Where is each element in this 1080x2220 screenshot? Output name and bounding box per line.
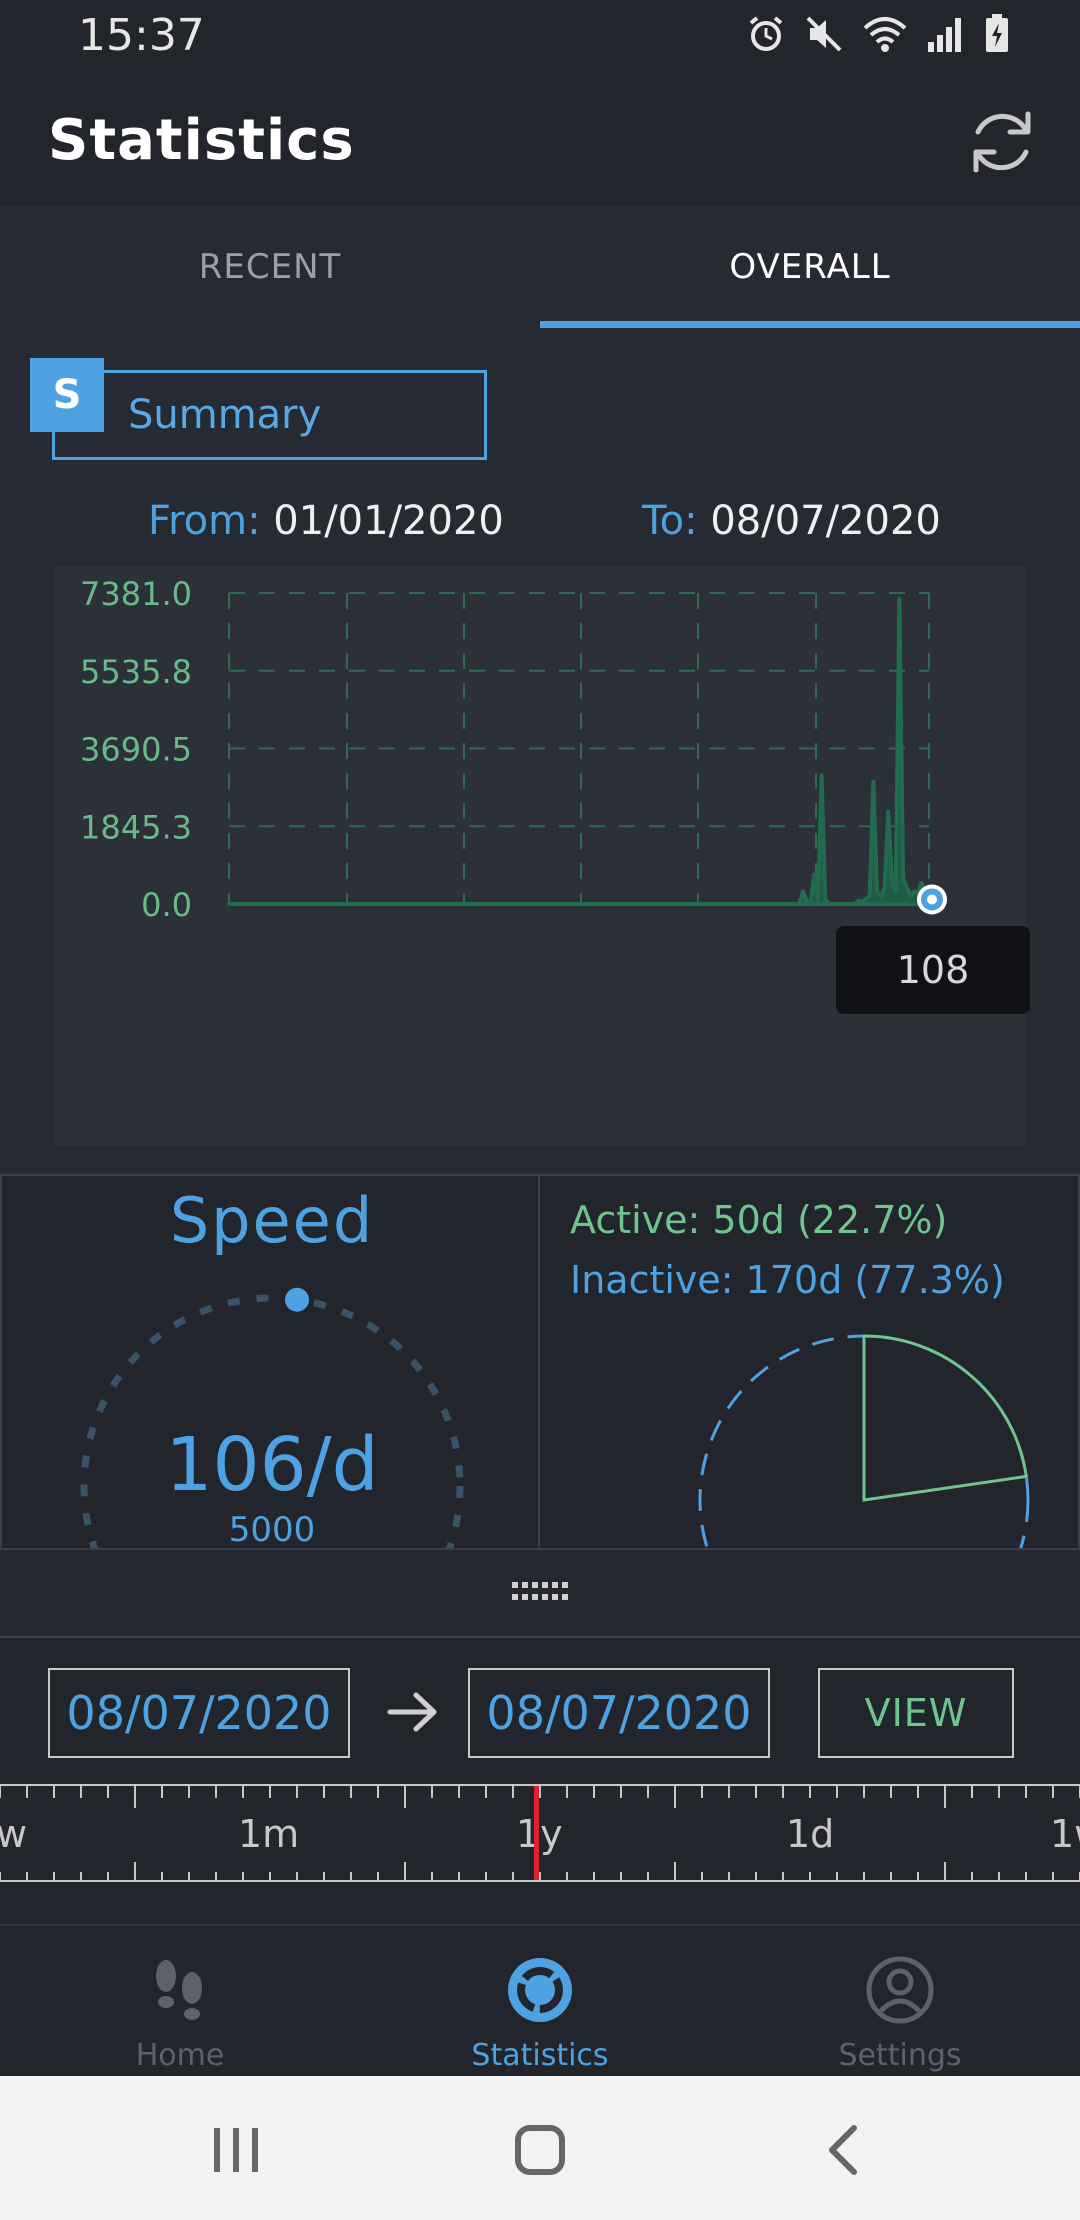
nav-settings[interactable]: Settings — [720, 1926, 1080, 2076]
nav-statistics-label: Statistics — [471, 2038, 609, 2073]
range-from: From: 01/01/2020 — [148, 498, 504, 544]
scale-label-day: 1d — [786, 1812, 835, 1856]
statistics-icon — [508, 1958, 572, 2022]
footsteps-icon — [156, 1960, 202, 2020]
nav-home[interactable]: Home — [0, 1926, 360, 2076]
speed-goal: 5000 — [228, 1510, 316, 1548]
zoom-scale-slider[interactable]: w 1m 1y 1d 1w — [0, 1784, 1080, 1882]
summary-label: Summary — [128, 392, 322, 438]
tab-recent[interactable]: RECENT — [0, 206, 540, 328]
account-circle-icon — [866, 1956, 934, 2024]
steps-chart-svg: 7381.0 5535.8 3690.5 1845.3 0.0 — [80, 575, 947, 924]
end-date-field[interactable]: 08/07/2020 — [468, 1668, 770, 1758]
bottom-navigation: Home Statistics Settings — [0, 1924, 1080, 2076]
signal-icon — [928, 18, 961, 52]
speed-panel: Speed 106/d 5000 — [0, 1174, 540, 1548]
range-to: To: 08/07/2020 — [642, 498, 941, 544]
recent-apps-icon[interactable] — [206, 2122, 266, 2178]
page-title: Statistics — [48, 108, 355, 173]
range-from-value: 01/01/2020 — [273, 498, 504, 544]
chart-y-tick-label: 1845.3 — [80, 808, 192, 846]
status-bar: 15:37 — [0, 0, 1080, 72]
range-to-label: To: — [642, 498, 698, 544]
chart-tooltip: 108 — [836, 926, 1030, 1014]
status-time: 15:37 — [78, 10, 205, 61]
battery-charging-icon — [986, 14, 1008, 52]
arrow-right-icon — [387, 1692, 437, 1732]
refresh-icon — [973, 111, 1031, 173]
chart-point-marker-center — [927, 894, 937, 905]
chart-y-tick-label: 3690.5 — [80, 731, 192, 769]
panel-drag-bar[interactable] — [0, 1548, 1080, 1638]
system-navigation-bar — [0, 2076, 1080, 2220]
start-date-field[interactable]: 08/07/2020 — [48, 1668, 350, 1758]
drag-handle-icon — [512, 1582, 568, 1600]
activity-panel: Active: 50d (22.7%) Inactive: 170d (77.3… — [540, 1174, 1080, 1548]
back-icon[interactable] — [814, 2122, 874, 2178]
chart-area-series — [227, 596, 931, 906]
summary-badge: S — [30, 358, 104, 432]
scale-label-month: 1m — [238, 1812, 300, 1856]
active-slice — [862, 1334, 1029, 1502]
speed-value: 106/d — [165, 1422, 379, 1508]
home-icon[interactable] — [510, 2122, 570, 2178]
nav-home-label: Home — [135, 2038, 225, 2073]
scale-label-year: 1y — [516, 1812, 563, 1856]
scale-indicator[interactable] — [534, 1786, 539, 1880]
chart-y-tick-label: 7381.0 — [80, 575, 192, 613]
wifi-icon — [863, 17, 907, 52]
speed-gauge-marker — [285, 1287, 309, 1312]
scale-label-week-2: 1w — [1050, 1812, 1080, 1856]
chart-y-tick-label: 0.0 — [141, 886, 192, 924]
app-bar: Statistics — [0, 72, 1080, 206]
steps-chart[interactable]: 7381.0 5535.8 3690.5 1845.3 0.0 108 — [54, 566, 1030, 1146]
scale-label-week: w — [0, 1812, 27, 1856]
chart-y-tick-label: 5535.8 — [80, 653, 192, 691]
mute-icon — [806, 16, 842, 52]
nav-settings-label: Settings — [838, 2038, 962, 2073]
activity-pie — [698, 1334, 1030, 1548]
tab-bar: RECENT OVERALL — [0, 206, 1080, 328]
range-from-label: From: — [148, 498, 261, 544]
range-to-value: 08/07/2020 — [710, 498, 941, 544]
speed-title: Speed — [169, 1184, 375, 1257]
status-icons — [746, 14, 1010, 54]
nav-statistics[interactable]: Statistics — [360, 1926, 720, 2076]
date-range-row: 08/07/2020 08/07/2020 VIEW — [0, 1638, 1080, 1784]
refresh-button[interactable] — [962, 102, 1042, 182]
alarm-icon — [749, 16, 783, 51]
view-button[interactable]: VIEW — [818, 1668, 1014, 1758]
tab-overall[interactable]: OVERALL — [540, 206, 1080, 328]
